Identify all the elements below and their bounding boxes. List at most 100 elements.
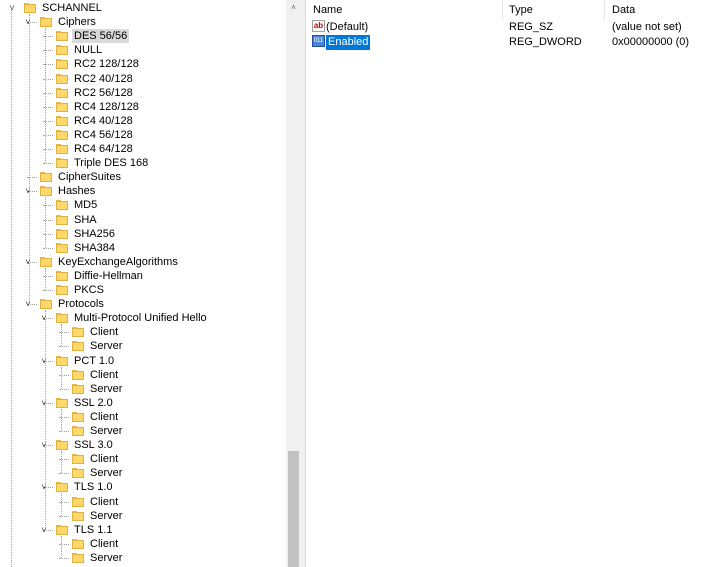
chevron-down-icon[interactable]: ˅ <box>22 15 34 29</box>
folder-icon <box>72 411 84 422</box>
tree-node-label: Server <box>90 425 123 437</box>
column-separator[interactable] <box>604 0 605 20</box>
tree-connector <box>43 247 53 249</box>
folder-icon <box>40 17 52 28</box>
column-header-data[interactable]: Data <box>612 0 635 20</box>
chevron-down-icon[interactable]: ˅ <box>22 297 34 311</box>
chevron-down-icon[interactable]: ˅ <box>22 184 34 198</box>
tree-node-label: RC4 64/128 <box>74 143 133 155</box>
tree-node-label: Server <box>90 467 123 480</box>
chevron-down-icon[interactable]: ˅ <box>38 311 50 325</box>
folder-icon <box>72 327 84 338</box>
folder-icon <box>72 383 84 394</box>
tree-node-label: SSL 3.0 <box>74 439 113 452</box>
folder-icon <box>56 524 68 535</box>
tree-node-label: Client <box>90 495 119 508</box>
tree-node-label: Diffie-Hellman <box>74 269 143 282</box>
folder-icon <box>56 45 68 56</box>
list-row-default[interactable]: ab (Default) REG_SZ (value not set) <box>306 20 704 35</box>
tree-node-label: SHA384 <box>74 241 115 254</box>
column-header-name[interactable]: Name <box>313 0 342 20</box>
tree-node-label: NULL <box>74 44 103 57</box>
folder-icon <box>72 510 84 521</box>
chevron-down-icon[interactable]: ˅ <box>38 396 50 410</box>
folder-icon <box>24 3 36 13</box>
tree-connector <box>61 366 62 389</box>
tree-connector <box>61 451 62 474</box>
column-separator[interactable] <box>502 0 503 20</box>
tree-node-label: Client <box>90 326 119 339</box>
tree-node-label: RC2 128/128 <box>74 58 139 71</box>
folder-icon <box>40 256 52 267</box>
folder-icon <box>72 552 84 563</box>
tree-node-label: Ciphers <box>58 16 96 29</box>
folder-icon <box>56 355 68 366</box>
tree-connector <box>61 408 62 431</box>
tree-node-label: Multi-Protocol Unified Hello <box>74 312 207 325</box>
values-list[interactable]: Name Type Data ab (Default) REG_SZ (value n… <box>306 0 704 567</box>
tree-connector <box>61 324 62 347</box>
tree-connector <box>59 515 69 517</box>
tree-node-label: SHA256 <box>74 227 115 240</box>
folder-icon <box>56 242 68 253</box>
column-header-type[interactable]: Type <box>509 0 533 20</box>
tree-node-label: Triple DES 168 <box>74 157 149 170</box>
tree-connector <box>59 431 69 432</box>
tree-node-label: Server <box>90 340 123 353</box>
tree-node-label: Client <box>90 453 119 466</box>
registry-tree[interactable]: ˅ SCHANNEL ˅ Ciphers DES 56/56 NULL RC2 128/12… <box>0 0 286 567</box>
tree-node-label: DES 56/56 <box>72 29 130 44</box>
tree-connector <box>43 290 53 291</box>
tree-node-label: CipherSuites <box>58 171 121 184</box>
tree-connector <box>61 535 62 558</box>
scrollbar-thumb[interactable] <box>288 451 299 567</box>
folder-icon <box>56 129 68 140</box>
chevron-down-icon[interactable]: ˅ <box>6 1 18 15</box>
folder-icon <box>56 228 68 239</box>
folder-icon <box>40 186 52 197</box>
value-name: (Default) <box>326 21 369 33</box>
tree-connector <box>59 473 69 475</box>
tree-connector <box>45 267 46 290</box>
chevron-down-icon[interactable]: ˅ <box>22 255 34 269</box>
value-type: REG_DWORD <box>509 36 582 48</box>
folder-icon <box>72 468 84 479</box>
tree-connector <box>61 493 62 516</box>
tree-node-label: PCT 1.0 <box>74 354 115 367</box>
folder-icon <box>56 31 68 42</box>
tree-vertical-scrollbar[interactable]: ˄ <box>286 0 301 567</box>
tree-connector <box>11 8 12 567</box>
string-value-icon: ab <box>312 20 325 32</box>
value-type: REG_SZ <box>509 21 554 33</box>
tree-node-label: KeyExchangeAlgorithms <box>58 255 178 268</box>
folder-icon <box>72 341 84 352</box>
folder-icon <box>40 299 52 310</box>
tree-node-label: SCHANNEL <box>42 2 102 14</box>
scroll-up-arrow-icon[interactable]: ˄ <box>286 0 301 15</box>
tree-node-label: Client <box>90 537 119 550</box>
chevron-down-icon[interactable]: ˅ <box>38 523 50 537</box>
folder-icon <box>56 115 68 126</box>
tree-node-label: Client <box>90 368 119 381</box>
folder-icon <box>72 454 84 465</box>
tree-node-label: TLS 1.1 <box>74 523 113 536</box>
folder-icon <box>56 144 68 154</box>
tree-node-label: Client <box>90 410 119 423</box>
list-row-enabled[interactable]: 011 Enabled REG_DWORD 0x00000000 (0) <box>306 35 704 50</box>
binary-value-icon: 011 <box>312 35 325 47</box>
folder-icon <box>56 214 68 225</box>
value-data: 0x00000000 (0) <box>612 36 690 48</box>
chevron-down-icon[interactable]: ˅ <box>38 438 50 452</box>
tree-node-label: RC4 56/128 <box>74 128 133 141</box>
tree-connector <box>59 346 69 348</box>
folder-icon <box>72 538 84 549</box>
chevron-down-icon[interactable]: ˅ <box>38 480 50 494</box>
folder-icon <box>56 101 68 112</box>
folder-icon <box>56 158 68 169</box>
folder-icon <box>56 482 68 493</box>
tree-node-label: RC4 40/128 <box>74 114 133 127</box>
folder-icon <box>72 496 84 507</box>
tree-connector <box>29 14 30 305</box>
tree-node-label: Hashes <box>58 185 96 198</box>
chevron-down-icon[interactable]: ˅ <box>38 354 50 368</box>
